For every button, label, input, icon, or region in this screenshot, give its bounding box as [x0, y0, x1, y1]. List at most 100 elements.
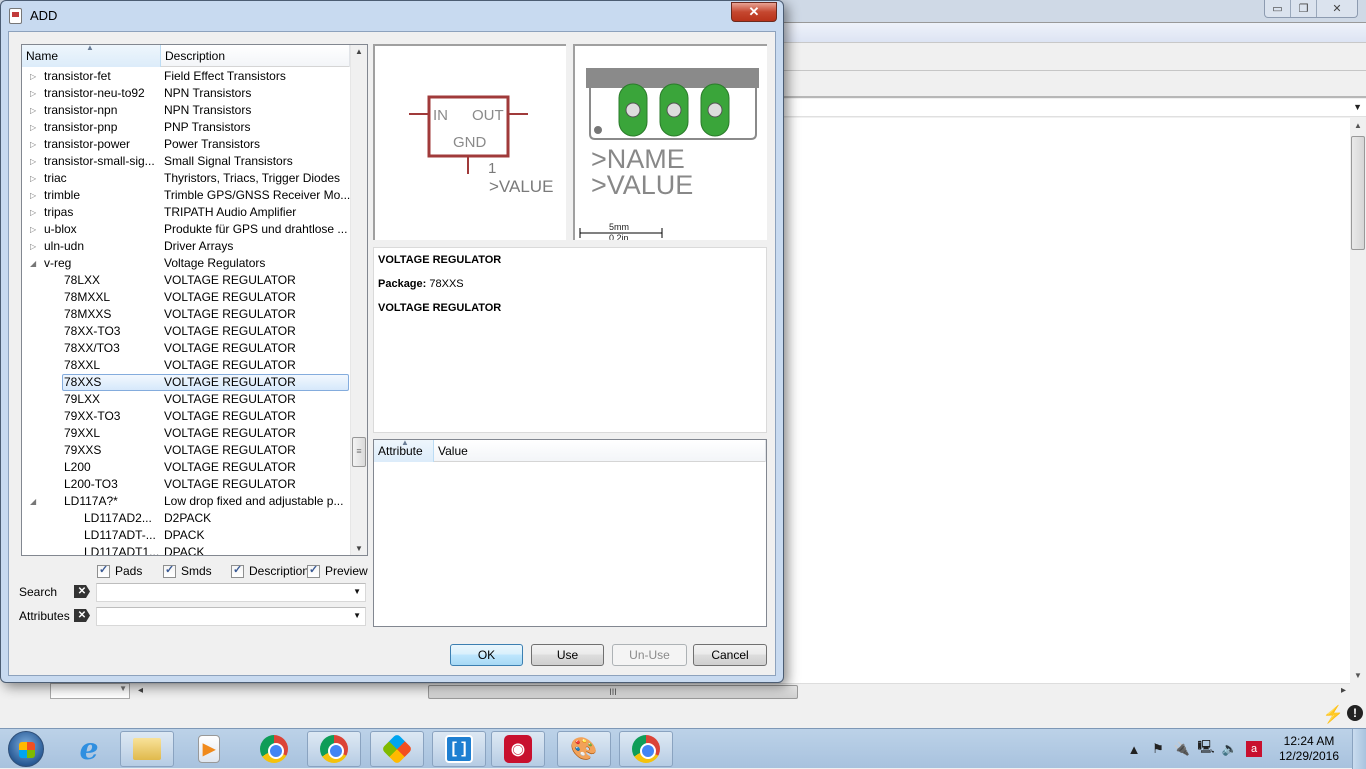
- preview-checkbox[interactable]: Preview: [307, 563, 368, 578]
- clear-search-icon[interactable]: ✕: [74, 585, 90, 598]
- tree-row[interactable]: LD117ADT-... DPACK: [22, 527, 350, 544]
- taskbar-brackets[interactable]: [ ]: [432, 731, 486, 767]
- minimize-button[interactable]: ▭: [1265, 0, 1291, 17]
- action-center-flag-icon[interactable]: ⚑: [1146, 741, 1170, 757]
- tree-row[interactable]: ▷ transistor-fet Field Effect Transistors: [22, 68, 350, 85]
- expand-arrow-icon[interactable]: ▷: [30, 170, 36, 187]
- unuse-button[interactable]: Un-Use: [612, 644, 687, 666]
- description-checkbox[interactable]: Description: [231, 563, 309, 578]
- column-header-description[interactable]: Description: [161, 45, 350, 67]
- smds-checkbox[interactable]: Smds: [163, 563, 212, 578]
- tree-row[interactable]: 78LXX VOLTAGE REGULATOR: [22, 272, 350, 289]
- tree-row[interactable]: ◢ v-reg Voltage Regulators: [22, 255, 350, 272]
- network-icon[interactable]: 🖳: [1194, 738, 1218, 760]
- dialog-close-button[interactable]: ✕: [731, 2, 777, 22]
- tree-row[interactable]: LD117AD2... D2PACK: [22, 510, 350, 527]
- scroll-thumb[interactable]: [1351, 136, 1365, 250]
- volume-icon[interactable]: 🔈: [1218, 741, 1242, 757]
- tree-row[interactable]: 78XXS VOLTAGE REGULATOR: [22, 374, 350, 391]
- checkbox-checked-icon[interactable]: [307, 563, 320, 578]
- tree-row[interactable]: 78XX/TO3 VOLTAGE REGULATOR: [22, 340, 350, 357]
- close-button[interactable]: ✕: [1317, 0, 1357, 17]
- taskbar-git-gui[interactable]: [370, 731, 424, 767]
- column-header-name[interactable]: ▲ Name: [22, 45, 161, 67]
- tree-row[interactable]: ▷ triac Thyristors, Triacs, Trigger Diodes: [22, 170, 350, 187]
- taskbar-chrome-1[interactable]: [247, 731, 301, 767]
- taskbar-internet-explorer[interactable]: e: [62, 731, 116, 767]
- show-desktop-button[interactable]: [1352, 729, 1366, 769]
- clear-attributes-icon[interactable]: ✕: [74, 609, 90, 622]
- search-input[interactable]: ▼: [96, 583, 366, 602]
- pads-checkbox[interactable]: Pads: [97, 563, 142, 578]
- tree-row[interactable]: 79XXL VOLTAGE REGULATOR: [22, 425, 350, 442]
- scroll-up-icon[interactable]: ▲: [355, 47, 363, 56]
- tree-row[interactable]: ◢ LD117A?* Low drop fixed and adjustable p…: [22, 493, 350, 510]
- scroll-left-icon[interactable]: ◂: [138, 685, 143, 696]
- tree-row[interactable]: ▷ trimble Trimble GPS/GNSS Receiver Mo...: [22, 187, 350, 204]
- start-button[interactable]: [8, 731, 44, 767]
- tree-row[interactable]: 79LXX VOLTAGE REGULATOR: [22, 391, 350, 408]
- tree-row[interactable]: ▷ transistor-power Power Transistors: [22, 136, 350, 153]
- tree-row[interactable]: 79XXS VOLTAGE REGULATOR: [22, 442, 350, 459]
- scroll-right-icon[interactable]: ▸: [1341, 685, 1346, 696]
- chevron-down-icon[interactable]: ▼: [353, 587, 361, 596]
- checkbox-checked-icon[interactable]: [97, 563, 110, 578]
- tree-row[interactable]: 79XX-TO3 VOLTAGE REGULATOR: [22, 408, 350, 425]
- library-tree[interactable]: ▲ Name Description ▷ transistor-fet Field …: [21, 44, 368, 556]
- taskbar-eagle[interactable]: ◉: [491, 731, 545, 767]
- tree-row[interactable]: L200-TO3 VOLTAGE REGULATOR: [22, 476, 350, 493]
- schematic-canvas[interactable]: [780, 118, 1350, 683]
- column-header-attribute[interactable]: ▲ Attribute: [374, 438, 434, 462]
- canvas-vertical-scrollbar[interactable]: ▲ ▼: [1350, 118, 1366, 683]
- chevron-down-icon[interactable]: ▼: [353, 611, 361, 620]
- collapse-arrow-icon[interactable]: ◢: [30, 255, 36, 272]
- tree-row[interactable]: ▷ uln-udn Driver Arrays: [22, 238, 350, 255]
- taskbar-file-explorer[interactable]: [120, 731, 174, 767]
- collapse-arrow-icon[interactable]: ◢: [30, 493, 36, 510]
- cancel-button[interactable]: Cancel: [693, 644, 767, 666]
- tree-row[interactable]: 78XX-TO3 VOLTAGE REGULATOR: [22, 323, 350, 340]
- tree-row[interactable]: LD117ADT1... DPACK: [22, 544, 350, 555]
- expand-arrow-icon[interactable]: ▷: [30, 204, 36, 221]
- expand-arrow-icon[interactable]: ▷: [30, 221, 36, 238]
- expand-arrow-icon[interactable]: ▷: [30, 238, 36, 255]
- expand-arrow-icon[interactable]: ▷: [30, 68, 36, 85]
- use-button[interactable]: Use: [531, 644, 604, 666]
- tree-row[interactable]: 78MXXS VOLTAGE REGULATOR: [22, 306, 350, 323]
- show-hidden-icons-icon[interactable]: ▲: [1122, 742, 1146, 757]
- canvas-horizontal-scrollbar[interactable]: ◂ III ▸: [130, 683, 1350, 699]
- dialog-titlebar[interactable]: ADD ✕: [1, 1, 783, 31]
- taskbar-paint[interactable]: 🎨: [557, 731, 611, 767]
- warning-icon[interactable]: !: [1347, 705, 1363, 721]
- scroll-up-icon[interactable]: ▲: [1354, 121, 1362, 130]
- tree-row[interactable]: ▷ transistor-npn NPN Transistors: [22, 102, 350, 119]
- scroll-thumb[interactable]: ≡: [352, 437, 366, 467]
- expand-arrow-icon[interactable]: ▷: [30, 136, 36, 153]
- lightning-icon[interactable]: ⚡: [1323, 705, 1344, 725]
- scroll-thumb[interactable]: III: [428, 685, 798, 699]
- tree-row[interactable]: ▷ transistor-small-sig... Small Signal Tra…: [22, 153, 350, 170]
- taskbar-chrome-3[interactable]: [619, 731, 673, 767]
- power-icon[interactable]: 🔌: [1170, 741, 1194, 757]
- expand-arrow-icon[interactable]: ▷: [30, 85, 36, 102]
- tree-row[interactable]: L200 VOLTAGE REGULATOR: [22, 459, 350, 476]
- taskbar-media-player[interactable]: ▶: [182, 731, 236, 767]
- clock[interactable]: 12:24 AM 12/29/2016: [1266, 734, 1352, 764]
- checkbox-checked-icon[interactable]: [163, 563, 176, 578]
- tree-row[interactable]: 78MXXL VOLTAGE REGULATOR: [22, 289, 350, 306]
- restore-button[interactable]: ❐: [1291, 0, 1317, 17]
- expand-arrow-icon[interactable]: ▷: [30, 187, 36, 204]
- taskbar-chrome-2[interactable]: [307, 731, 361, 767]
- avira-antivirus-icon[interactable]: a: [1246, 741, 1262, 757]
- ok-button[interactable]: OK: [450, 644, 523, 666]
- tree-row[interactable]: ▷ transistor-pnp PNP Transistors: [22, 119, 350, 136]
- tree-row[interactable]: ▷ tripas TRIPATH Audio Amplifier: [22, 204, 350, 221]
- expand-arrow-icon[interactable]: ▷: [30, 153, 36, 170]
- checkbox-checked-icon[interactable]: [231, 563, 244, 578]
- sheet-combo[interactable]: ▼: [50, 683, 130, 699]
- background-command-combo[interactable]: ▼: [780, 99, 1366, 117]
- attributes-input[interactable]: ▼: [96, 607, 366, 626]
- tree-row[interactable]: ▷ transistor-neu-to92 NPN Transistors: [22, 85, 350, 102]
- tree-row[interactable]: ▷ u-blox Produkte für GPS und drahtlose ..…: [22, 221, 350, 238]
- expand-arrow-icon[interactable]: ▷: [30, 119, 36, 136]
